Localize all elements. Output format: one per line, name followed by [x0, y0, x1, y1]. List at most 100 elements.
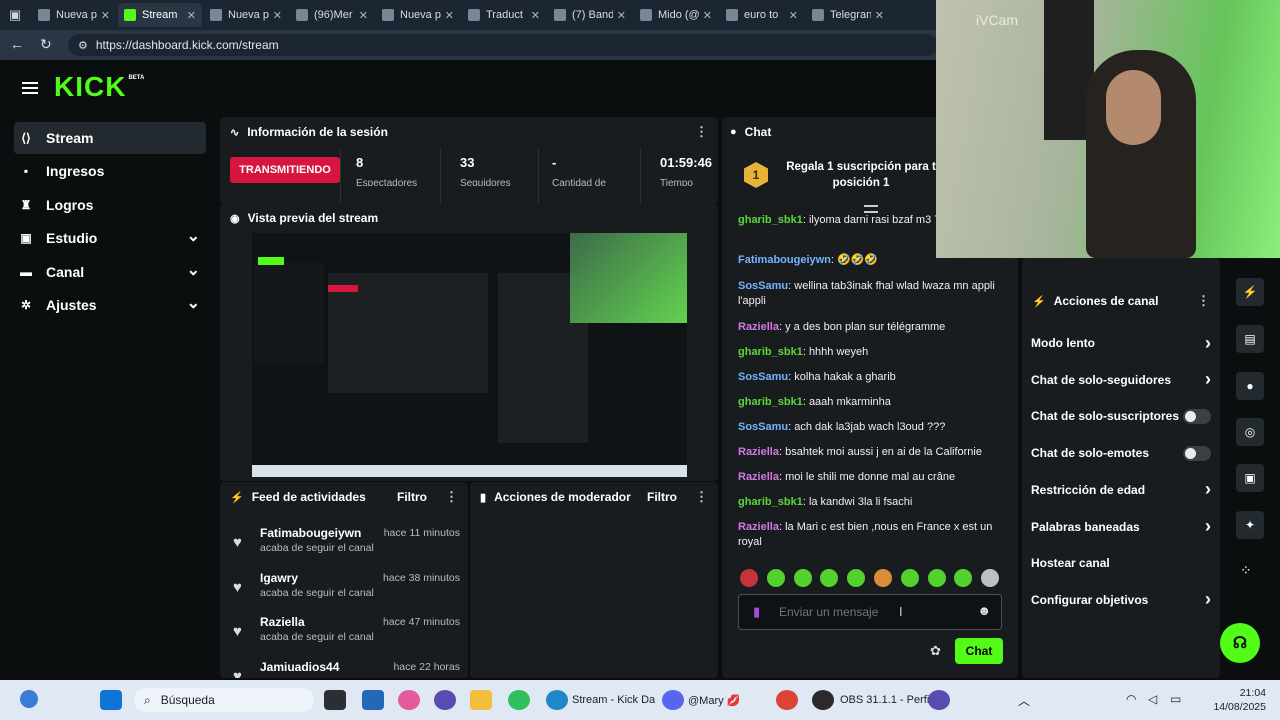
windows-start-icon[interactable] — [100, 690, 122, 710]
task-view-icon[interactable] — [324, 690, 346, 710]
sidebar-item-ingresos[interactable]: ▪ Ingresos — [14, 155, 206, 187]
channel-action-0[interactable]: Modo lento › — [1031, 333, 1211, 353]
tab-overview-icon[interactable]: ▣ — [0, 0, 30, 30]
feed-user[interactable]: Jamiuadios44 — [260, 660, 339, 674]
close-icon[interactable]: ✕ — [273, 9, 282, 22]
discord-icon[interactable] — [662, 690, 684, 710]
browser-tab[interactable]: Mido (@ ✕ — [634, 3, 718, 27]
tray-volume-icon[interactable]: ◁ — [1148, 692, 1157, 706]
emote-icon[interactable] — [874, 569, 892, 587]
emote-icon[interactable] — [927, 569, 946, 587]
channel-action-6[interactable]: Hostear canal — [1031, 553, 1211, 573]
sidebar-item-canal[interactable]: ▬ Canal ⌄ — [14, 256, 206, 288]
more-options-icon[interactable]: ⋮ — [445, 489, 458, 505]
reload-icon[interactable]: ↻ — [40, 36, 52, 53]
folder-icon[interactable] — [470, 690, 492, 710]
browser-tab[interactable]: Traduct ✕ — [462, 3, 546, 27]
more-options-icon[interactable]: ⋮ — [695, 124, 708, 140]
emote-icon[interactable] — [900, 569, 919, 587]
back-icon[interactable]: ← — [10, 36, 24, 52]
chat-username[interactable]: Raziella — [738, 471, 779, 483]
browser-tab[interactable]: euro to ✕ — [720, 3, 804, 27]
chat-username[interactable]: gharib_sbk1 — [738, 214, 803, 226]
sidebar-item-estudio[interactable]: ▣ Estudio ⌄ — [14, 222, 206, 254]
more-options-icon[interactable]: ⋮ — [1197, 293, 1210, 309]
toggle-switch[interactable] — [1183, 408, 1211, 424]
browser-tab[interactable]: Nueva p ✕ — [32, 3, 116, 27]
feed-user[interactable]: Igawry — [260, 571, 298, 585]
support-chat-icon[interactable]: ☊ — [1220, 623, 1260, 663]
tray-battery-icon[interactable]: ▭ — [1170, 692, 1181, 706]
quick-action-apps-icon[interactable]: ⁘ — [1240, 562, 1252, 579]
channel-action-7[interactable]: Configurar objetivos › — [1031, 589, 1211, 610]
taskbar-app-stream[interactable]: Stream - Kick Da — [572, 694, 655, 706]
emote-icon[interactable] — [793, 569, 812, 587]
channel-action-3[interactable]: Chat de solo-emotes — [1031, 443, 1211, 463]
close-icon[interactable]: ✕ — [359, 9, 368, 22]
taskbar-search-box[interactable]: ⌕ Búsqueda — [134, 688, 314, 712]
chat-username[interactable]: gharib_sbk1 — [738, 396, 803, 408]
feed-user[interactable]: Fatimabougeiywn — [260, 526, 361, 540]
close-icon[interactable]: ✕ — [875, 9, 884, 22]
feed-filter-button[interactable]: Filtro — [397, 490, 427, 504]
quick-action-tools-icon[interactable]: ✦ — [1236, 511, 1264, 539]
taskbar-clock[interactable]: 21:04 14/08/2025 — [1196, 686, 1266, 714]
browser-tab[interactable]: Nueva p ✕ — [376, 3, 460, 27]
menu-icon[interactable] — [22, 80, 38, 94]
pinned-gift-banner[interactable]: 1 Regala 1 suscripción para t posición 1 — [730, 150, 936, 200]
channel-action-2[interactable]: Chat de solo-suscriptores — [1031, 406, 1211, 426]
chat-username[interactable]: Fatimabougeiywn — [738, 254, 831, 266]
chat-username[interactable]: gharib_sbk1 — [738, 346, 803, 358]
quick-action-chat-icon[interactable]: ● — [1236, 372, 1264, 400]
taskbar-widget-icon[interactable] — [20, 690, 38, 708]
chat-username[interactable]: SosSamu — [738, 421, 788, 433]
kick-logo[interactable]: KICK BETA — [54, 72, 144, 102]
chat-message-input[interactable] — [779, 603, 959, 621]
chat-username[interactable]: SosSamu — [738, 280, 788, 292]
tray-wifi-icon[interactable]: ◠ — [1126, 692, 1136, 706]
chat-username[interactable]: gharib_sbk1 — [738, 496, 803, 508]
close-icon[interactable]: ✕ — [531, 9, 540, 22]
channel-action-5[interactable]: Palabras baneadas › — [1031, 516, 1211, 537]
close-icon[interactable]: ✕ — [617, 9, 626, 22]
mod-filter-button[interactable]: Filtro — [647, 490, 677, 504]
close-icon[interactable]: ✕ — [445, 9, 454, 22]
sidebar-item-logros[interactable]: ♜ Logros — [14, 189, 206, 221]
chat-username[interactable]: Raziella — [738, 446, 779, 458]
quick-action-broadcast-icon[interactable]: ◎ — [1236, 418, 1264, 446]
send-chat-button[interactable]: Chat — [955, 638, 1003, 664]
stream-preview-video[interactable] — [252, 233, 687, 477]
browser-tab[interactable]: (7) Band ✕ — [548, 3, 632, 27]
channel-action-4[interactable]: Restricción de edad › — [1031, 479, 1211, 500]
taskbar-app-discord[interactable]: @Mary 💋 — [688, 694, 740, 707]
chat-username[interactable]: Raziella — [738, 321, 779, 333]
copilot-icon[interactable] — [398, 690, 420, 710]
emote-icon[interactable] — [740, 569, 758, 587]
taskbar-app-obs[interactable]: OBS 31.1.1 - Perfi — [840, 694, 929, 706]
sidebar-item-stream[interactable]: ⟨⟩ Stream — [14, 122, 206, 154]
whatsapp-icon[interactable] — [508, 690, 530, 710]
chat-scroll-handle[interactable] — [864, 205, 878, 213]
channel-action-1[interactable]: Chat de solo-seguidores › — [1031, 369, 1211, 390]
close-icon[interactable]: ✕ — [101, 9, 110, 22]
app-icon[interactable] — [928, 690, 950, 710]
quick-action-media-icon[interactable]: ▣ — [1236, 464, 1264, 492]
browser-tab[interactable]: Nueva p ✕ — [204, 3, 288, 27]
obs-icon[interactable] — [812, 690, 834, 710]
sidebar-item-ajustes[interactable]: ✲ Ajustes ⌄ — [14, 289, 206, 321]
file-explorer-icon[interactable] — [362, 690, 384, 710]
browser-tab[interactable]: (96)Mer ✕ — [290, 3, 374, 27]
quick-action-bolt-icon[interactable]: ⚡ — [1236, 278, 1264, 306]
close-icon[interactable]: ✕ — [703, 9, 712, 22]
app-icon[interactable] — [434, 690, 456, 710]
emote-icon[interactable] — [766, 569, 785, 587]
more-options-icon[interactable]: ⋮ — [695, 489, 708, 505]
chat-input-box[interactable]: ▮ I ☻ — [738, 594, 1002, 630]
edge-icon[interactable] — [546, 690, 568, 710]
site-info-icon[interactable]: ⚙ — [78, 39, 88, 52]
browser-tab[interactable]: Telegran ✕ — [806, 3, 890, 27]
chat-settings-icon[interactable]: ✿ — [930, 643, 941, 659]
microphone-icon[interactable]: ▮ — [753, 604, 760, 620]
tray-chevron-icon[interactable]: ︿ — [1018, 692, 1030, 709]
toggle-switch[interactable] — [1183, 445, 1211, 461]
